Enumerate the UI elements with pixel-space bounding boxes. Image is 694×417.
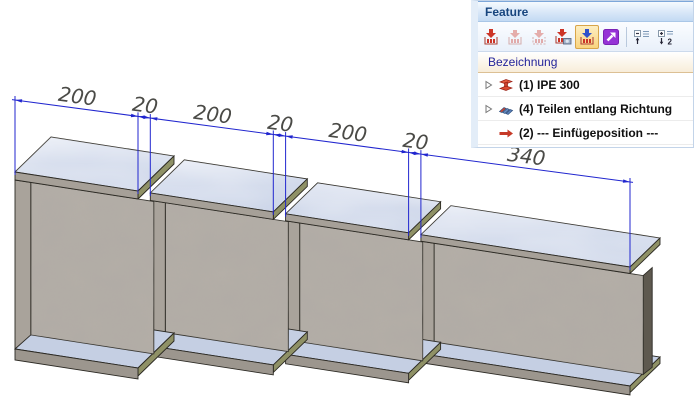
web-texture — [30, 182, 154, 354]
insert-feature-into-icon — [503, 25, 527, 49]
beam-segment-3[interactable] — [284, 182, 442, 384]
web-texture — [165, 202, 289, 352]
web-end-face — [642, 266, 653, 376]
toolbar-separator — [626, 26, 627, 47]
expand-tree-levels-icon[interactable]: 2 — [654, 25, 678, 49]
feature-toolbar: 2 — [478, 22, 693, 52]
insert-feature-active-icon[interactable] — [575, 24, 599, 49]
tree-item-label: (1) IPE 300 — [519, 77, 580, 92]
tree-item-label: (2) --- Einfügeposition --- — [519, 125, 659, 140]
recalculate-feature-icon[interactable] — [551, 25, 575, 49]
jump-to-feature-icon[interactable] — [599, 25, 623, 49]
tree-header[interactable]: Bezeichnung — [478, 52, 693, 73]
tree-item-teilen[interactable]: (4) Teilen entlang Richtung — [478, 97, 693, 121]
dimension-label[interactable]: 200 — [192, 100, 233, 129]
dimension-label[interactable]: 200 — [57, 82, 98, 111]
dimension-label[interactable]: 20 — [131, 92, 159, 119]
tree-item-ipe300[interactable]: (1) IPE 300 — [478, 73, 693, 97]
divide-along-direction-icon — [496, 101, 516, 117]
panel-title: Feature — [485, 4, 529, 19]
feature-tree: (1) IPE 300 (4) Teilen entlang Richtung — [478, 73, 693, 145]
steel-profile-icon — [496, 77, 516, 93]
feature-panel: Feature 2 Bezeichnung (1) IPE 300 (4) Te… — [471, 0, 694, 148]
insert-feature-icon[interactable] — [479, 25, 503, 49]
tree-header-label: Bezeichnung — [488, 55, 558, 69]
web-texture — [299, 223, 423, 361]
beam-segment-2[interactable] — [149, 159, 309, 376]
expander-icon[interactable] — [482, 80, 496, 90]
insert-feature-placeholder-icon — [527, 25, 551, 49]
cad-workspace: 200 20 200 20 200 20 340 Feature 2 Bezei… — [0, 0, 694, 417]
tree-item-einfuegeposition[interactable]: (2) --- Einfügeposition --- — [478, 121, 693, 145]
dimension-label[interactable]: 20 — [266, 110, 294, 137]
left-end-face — [14, 179, 32, 351]
dimension-label[interactable]: 20 — [402, 128, 430, 155]
tree-item-label: (4) Teilen entlang Richtung — [519, 101, 673, 116]
svg-text:2: 2 — [668, 37, 673, 46]
collapse-tree-icon[interactable] — [630, 25, 654, 49]
dimension-label[interactable]: 200 — [328, 118, 369, 147]
insert-position-arrow-icon — [496, 125, 516, 141]
beam-segment-4[interactable] — [419, 205, 661, 396]
panel-titlebar[interactable]: Feature — [478, 1, 693, 22]
expander-icon[interactable] — [482, 104, 496, 114]
